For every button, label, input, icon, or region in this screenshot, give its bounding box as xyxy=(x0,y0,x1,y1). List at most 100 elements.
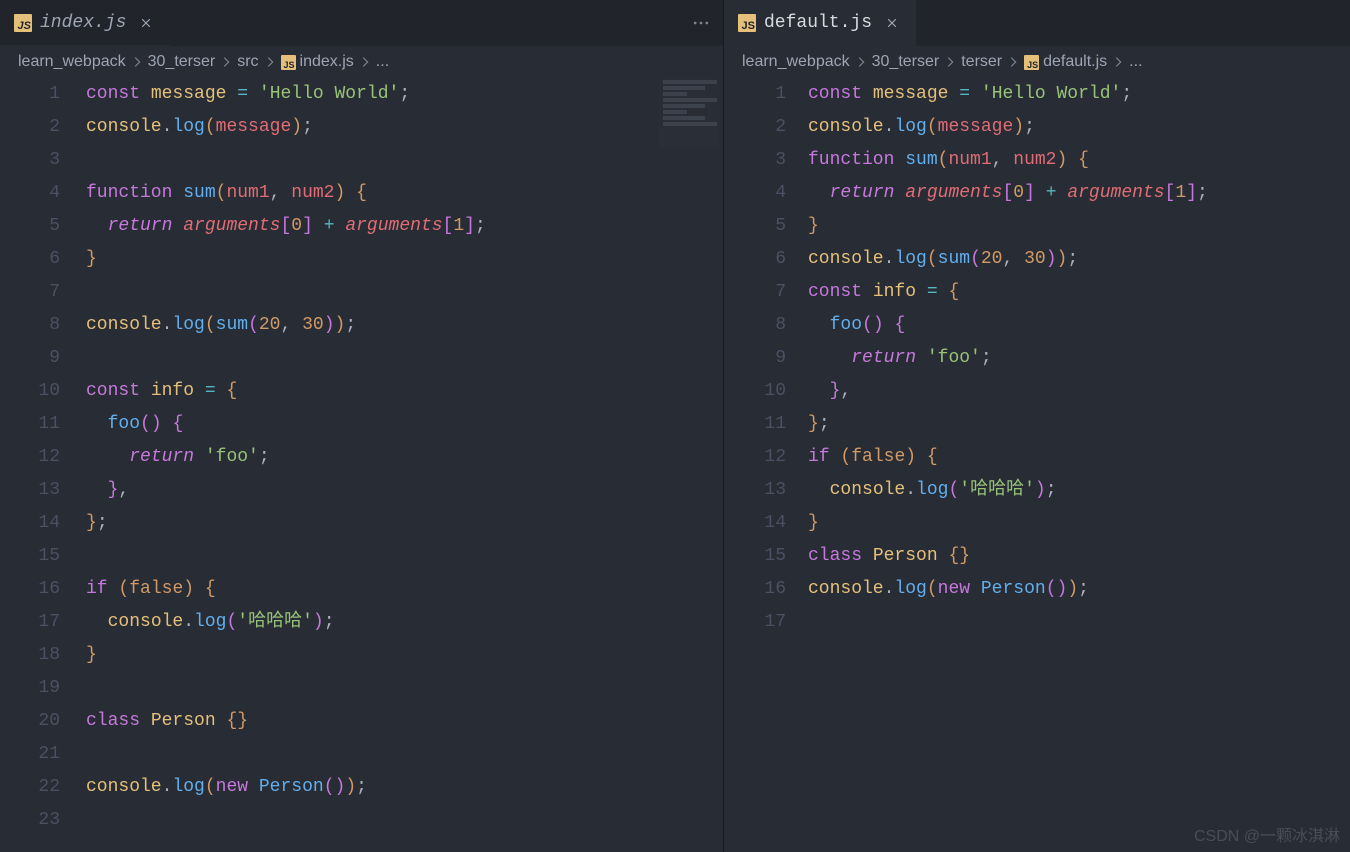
line-number: 4 xyxy=(0,177,60,210)
line-number: 20 xyxy=(0,705,60,738)
line-number: 9 xyxy=(724,342,786,375)
code-line[interactable]: foo() { xyxy=(86,408,723,441)
code-line[interactable]: return 'foo'; xyxy=(808,342,1350,375)
code-content[interactable]: const message = 'Hello World';console.lo… xyxy=(86,78,723,852)
breadcrumb-item[interactable]: src xyxy=(237,53,258,71)
breadcrumb-item[interactable]: ... xyxy=(1129,53,1142,71)
more-icon[interactable] xyxy=(691,13,711,33)
minimap[interactable] xyxy=(659,78,719,148)
code-line[interactable]: }; xyxy=(808,408,1350,441)
breadcrumb-item[interactable]: terser xyxy=(961,53,1002,71)
code-line[interactable] xyxy=(808,606,1350,639)
breadcrumb[interactable]: learn_webpack 30_terser terser JSdefault.js… xyxy=(724,46,1350,74)
code-line[interactable]: } xyxy=(86,639,723,672)
code-line[interactable]: class Person {} xyxy=(86,705,723,738)
line-number: 23 xyxy=(0,804,60,837)
tab-default-js[interactable]: JS default.js xyxy=(724,0,916,46)
line-number: 7 xyxy=(724,276,786,309)
line-number: 11 xyxy=(0,408,60,441)
code-line[interactable]: class Person {} xyxy=(808,540,1350,573)
code-line[interactable]: }, xyxy=(808,375,1350,408)
code-line[interactable] xyxy=(86,540,723,573)
tab-label: default.js xyxy=(764,13,872,33)
code-content[interactable]: const message = 'Hello World';console.lo… xyxy=(808,78,1350,852)
line-number: 5 xyxy=(724,210,786,243)
breadcrumb-item[interactable]: learn_webpack xyxy=(742,53,850,71)
line-number: 5 xyxy=(0,210,60,243)
code-line[interactable]: console.log(message); xyxy=(86,111,723,144)
code-line[interactable]: if (false) { xyxy=(808,441,1350,474)
breadcrumb-item[interactable]: ... xyxy=(376,53,389,71)
breadcrumb[interactable]: learn_webpack 30_terser src JSindex.js... xyxy=(0,46,723,74)
line-number: 22 xyxy=(0,771,60,804)
code-line[interactable]: console.log(message); xyxy=(808,111,1350,144)
code-line[interactable] xyxy=(86,276,723,309)
code-line[interactable]: console.log(new Person()); xyxy=(86,771,723,804)
line-number: 13 xyxy=(724,474,786,507)
js-icon: JS xyxy=(1024,55,1039,70)
chevron-right-icon xyxy=(358,55,372,69)
line-number: 12 xyxy=(724,441,786,474)
line-number: 16 xyxy=(0,573,60,606)
code-line[interactable]: return arguments[0] + arguments[1]; xyxy=(808,177,1350,210)
line-number: 6 xyxy=(0,243,60,276)
line-number: 16 xyxy=(724,573,786,606)
code-line[interactable]: function sum(num1, num2) { xyxy=(808,144,1350,177)
code-editor[interactable]: 1234567891011121314151617 const message … xyxy=(724,74,1350,852)
code-line[interactable]: console.log(sum(20, 30)); xyxy=(808,243,1350,276)
line-number: 8 xyxy=(0,309,60,342)
code-line[interactable]: } xyxy=(86,243,723,276)
breadcrumb-item[interactable]: JSdefault.js xyxy=(1024,53,1107,71)
line-number: 3 xyxy=(724,144,786,177)
code-line[interactable]: console.log(sum(20, 30)); xyxy=(86,309,723,342)
code-line[interactable]: } xyxy=(808,507,1350,540)
chevron-right-icon xyxy=(219,55,233,69)
chevron-right-icon xyxy=(1111,55,1125,69)
code-line[interactable] xyxy=(86,672,723,705)
code-line[interactable]: const message = 'Hello World'; xyxy=(808,78,1350,111)
code-line[interactable]: console.log('哈哈哈'); xyxy=(86,606,723,639)
code-line[interactable]: const message = 'Hello World'; xyxy=(86,78,723,111)
code-line[interactable]: }; xyxy=(86,507,723,540)
tab-index-js[interactable]: JS index.js xyxy=(0,0,170,46)
line-number: 2 xyxy=(0,111,60,144)
code-line[interactable]: function sum(num1, num2) { xyxy=(86,177,723,210)
code-line[interactable] xyxy=(86,804,723,837)
line-gutter: 1234567891011121314151617 xyxy=(724,78,808,852)
line-number: 14 xyxy=(724,507,786,540)
code-line[interactable]: console.log(new Person()); xyxy=(808,573,1350,606)
line-number: 11 xyxy=(724,408,786,441)
line-number: 17 xyxy=(0,606,60,639)
code-line[interactable]: return 'foo'; xyxy=(86,441,723,474)
line-number: 14 xyxy=(0,507,60,540)
tab-actions[interactable] xyxy=(679,0,723,46)
breadcrumb-item[interactable]: learn_webpack xyxy=(18,53,126,71)
breadcrumb-item[interactable]: JSindex.js xyxy=(281,53,354,71)
code-editor[interactable]: 1234567891011121314151617181920212223 co… xyxy=(0,74,723,852)
breadcrumb-item[interactable]: 30_terser xyxy=(872,53,940,71)
code-line[interactable]: const info = { xyxy=(86,375,723,408)
tab-bar: JS index.js xyxy=(0,0,723,46)
line-number: 21 xyxy=(0,738,60,771)
code-line[interactable]: return arguments[0] + arguments[1]; xyxy=(86,210,723,243)
close-icon[interactable] xyxy=(138,15,154,31)
line-number: 1 xyxy=(0,78,60,111)
line-number: 3 xyxy=(0,144,60,177)
code-line[interactable]: foo() { xyxy=(808,309,1350,342)
line-number: 2 xyxy=(724,111,786,144)
code-line[interactable] xyxy=(86,144,723,177)
code-line[interactable] xyxy=(86,342,723,375)
code-line[interactable]: if (false) { xyxy=(86,573,723,606)
line-number: 1 xyxy=(724,78,786,111)
code-line[interactable]: const info = { xyxy=(808,276,1350,309)
line-number: 13 xyxy=(0,474,60,507)
line-number: 10 xyxy=(724,375,786,408)
breadcrumb-item[interactable]: 30_terser xyxy=(148,53,216,71)
line-number: 19 xyxy=(0,672,60,705)
code-line[interactable]: }, xyxy=(86,474,723,507)
code-line[interactable]: console.log('哈哈哈'); xyxy=(808,474,1350,507)
code-line[interactable]: } xyxy=(808,210,1350,243)
code-line[interactable] xyxy=(86,738,723,771)
editor-pane-right: JS default.js learn_webpack 30_terser ters… xyxy=(724,0,1350,852)
close-icon[interactable] xyxy=(884,15,900,31)
